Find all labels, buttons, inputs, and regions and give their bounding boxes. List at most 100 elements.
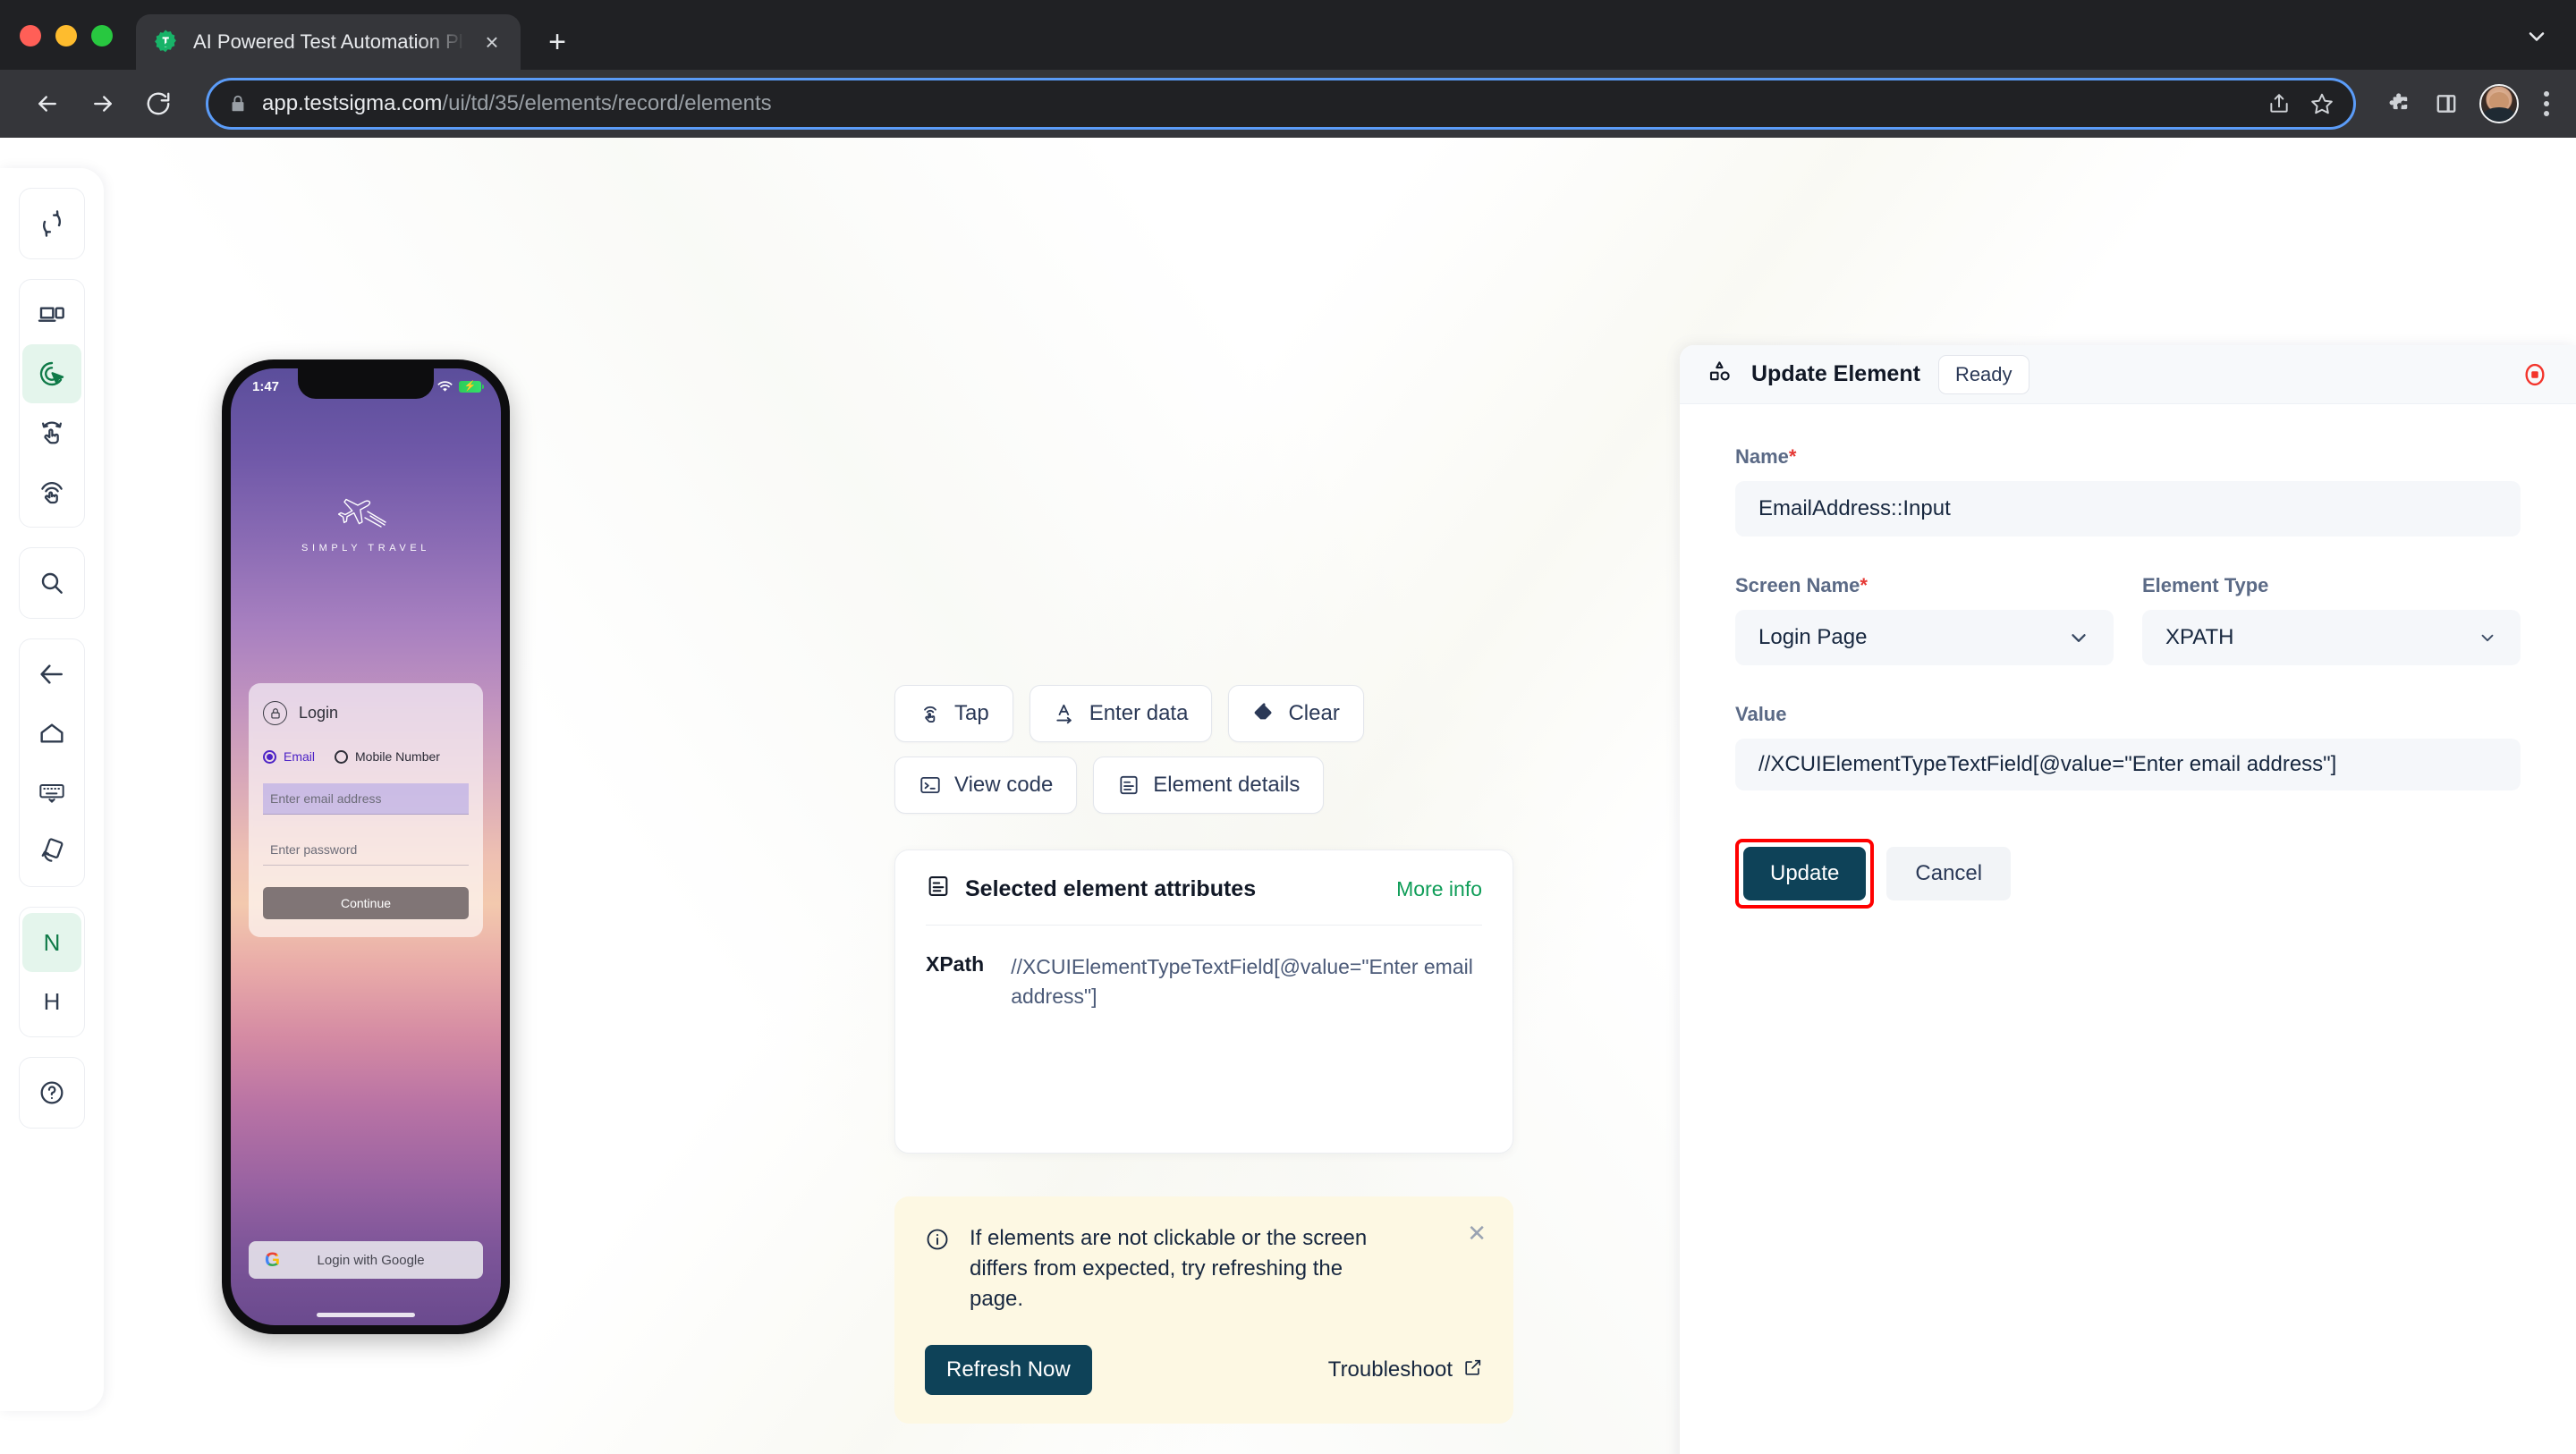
maximize-window-button[interactable]: [91, 25, 113, 46]
close-tab-button[interactable]: ×: [479, 30, 504, 54]
details-icon: [926, 874, 951, 905]
side-panel-icon[interactable]: [2435, 92, 2458, 115]
native-context-button[interactable]: N: [22, 913, 81, 972]
login-title: Login: [299, 704, 339, 722]
home-icon[interactable]: [22, 704, 81, 763]
laptop-tablet-icon[interactable]: [22, 285, 81, 344]
testsigma-logo-icon: [152, 29, 179, 55]
email-input[interactable]: Enter email address: [263, 783, 469, 815]
panel-body: Name* EmailAddress::Input Screen Name* L…: [1680, 404, 2576, 909]
tap-hand-icon[interactable]: [22, 462, 81, 521]
element-type-group: Element Type XPATH: [2142, 574, 2521, 665]
device-preview: 1:47 SOS ⚡: [222, 359, 510, 1334]
notice-top: If elements are not clickable or the scr…: [925, 1223, 1483, 1315]
clear-button[interactable]: Clear: [1228, 685, 1364, 742]
element-details-button[interactable]: Element details: [1093, 757, 1325, 814]
login-with-google-button[interactable]: G Login with Google: [249, 1241, 483, 1279]
app-brand: SIMPLY TRAVEL: [231, 494, 501, 554]
forward-arrow-icon[interactable]: [79, 80, 127, 128]
lock-icon: [228, 94, 248, 114]
close-icon[interactable]: ✕: [1467, 1222, 1487, 1245]
screen-and-type-row: Screen Name* Login Page Element Type XPA…: [1735, 574, 2521, 665]
shapes-icon: [1707, 359, 1733, 390]
stop-record-icon[interactable]: [2521, 360, 2549, 389]
phone-frame: 1:47 SOS ⚡: [222, 359, 510, 1334]
action-row-1: Tap Enter data Clear: [894, 685, 1513, 742]
troubleshoot-label: Troubleshoot: [1327, 1357, 1453, 1382]
toolbar-right: [2379, 84, 2553, 123]
value-input[interactable]: //XCUIElementTypeTextField[@value="Enter…: [1735, 739, 2521, 790]
phone-notch: [298, 368, 434, 399]
eraser-icon: [1252, 702, 1275, 725]
page-content: N H 1:47 SOS: [0, 138, 2576, 1454]
more-info-link[interactable]: More info: [1396, 877, 1482, 901]
rotate-device-icon[interactable]: [22, 822, 81, 881]
status-badge[interactable]: Ready: [1937, 354, 2029, 394]
attributes-title: Selected element attributes: [965, 876, 1257, 901]
element-type-label: Element Type: [2142, 574, 2269, 596]
refresh-now-button[interactable]: Refresh Now: [925, 1345, 1092, 1396]
enter-data-button[interactable]: Enter data: [1029, 685, 1213, 742]
tap-button[interactable]: Tap: [894, 685, 1013, 742]
google-button-label: Login with Google: [317, 1252, 425, 1268]
arrow-left-icon[interactable]: [22, 645, 81, 704]
keyboard-icon[interactable]: [22, 763, 81, 822]
lock-circle-icon: [263, 701, 287, 725]
share-icon[interactable]: [2267, 92, 2291, 115]
native-context-label: N: [43, 928, 61, 956]
update-button[interactable]: Update: [1743, 847, 1867, 900]
password-input[interactable]: Enter password: [263, 834, 469, 866]
enter-data-icon: [1054, 702, 1077, 725]
enter-data-label: Enter data: [1089, 701, 1189, 725]
reload-icon[interactable]: [134, 80, 182, 128]
hybrid-context-button[interactable]: H: [22, 972, 81, 1031]
question-circle-icon[interactable]: [22, 1063, 81, 1122]
attribute-key: XPath: [926, 952, 985, 976]
radio-email[interactable]: Email: [263, 749, 315, 764]
continue-button[interactable]: Continue: [263, 887, 469, 919]
cancel-button[interactable]: Cancel: [1886, 847, 2012, 900]
value-field-group: Value //XCUIElementTypeTextField[@value=…: [1735, 703, 2521, 790]
view-code-button[interactable]: View code: [894, 757, 1078, 814]
attribute-row: XPath //XCUIElementTypeTextField[@value=…: [926, 926, 1482, 1012]
target-cursor-icon[interactable]: [22, 344, 81, 403]
address-bar[interactable]: app.testsigma.com/ui/td/35/elements/reco…: [206, 78, 2356, 130]
browser-tab[interactable]: AI Powered Test Automation Pl ×: [136, 14, 521, 70]
chevron-down-icon[interactable]: [2524, 24, 2549, 54]
notice-text: If elements are not clickable or the scr…: [970, 1226, 1368, 1312]
back-arrow-icon[interactable]: [23, 80, 72, 128]
update-element-panel: Update Element Ready Name* EmailAddress:…: [1680, 345, 2576, 1454]
search-icon[interactable]: [22, 554, 81, 613]
status-time: 1:47: [252, 378, 280, 394]
swipe-hand-icon[interactable]: [22, 403, 81, 462]
rail-group-sync: [19, 188, 85, 259]
element-type-select[interactable]: XPATH: [2142, 610, 2521, 665]
attributes-header: Selected element attributes More info: [926, 874, 1482, 925]
chevron-down-icon: [2067, 626, 2090, 649]
attribute-value: //XCUIElementTypeTextField[@value="Enter…: [1011, 955, 1473, 1009]
radio-mobile[interactable]: Mobile Number: [335, 749, 440, 764]
refresh-cycle-icon[interactable]: [22, 194, 81, 253]
browser-window: AI Powered Test Automation Pl × + app.te…: [0, 0, 2576, 1454]
selected-element-attributes-card: Selected element attributes More info XP…: [894, 850, 1513, 1154]
screen-name-select[interactable]: Login Page: [1735, 610, 2114, 665]
close-window-button[interactable]: [20, 25, 41, 46]
troubleshoot-link[interactable]: Troubleshoot: [1328, 1357, 1483, 1383]
action-row-2: View code Element details: [894, 757, 1513, 814]
panel-header: Update Element Ready: [1680, 345, 2576, 404]
external-link-icon: [1463, 1357, 1483, 1383]
new-tab-button[interactable]: +: [538, 27, 576, 57]
name-input[interactable]: EmailAddress::Input: [1735, 481, 2521, 537]
name-label: Name*: [1735, 445, 2521, 469]
star-icon[interactable]: [2310, 92, 2334, 115]
value-label: Value: [1735, 703, 1787, 725]
avatar[interactable]: [2479, 84, 2519, 123]
screen-name-group: Screen Name* Login Page: [1735, 574, 2114, 665]
kebab-menu-icon[interactable]: [2540, 88, 2553, 120]
puzzle-icon[interactable]: [2388, 91, 2413, 116]
tab-strip: AI Powered Test Automation Pl × +: [0, 0, 2576, 70]
brand-name: SIMPLY TRAVEL: [301, 543, 430, 554]
notice-actions: Refresh Now Troubleshoot: [925, 1345, 1483, 1396]
minimize-window-button[interactable]: [55, 25, 77, 46]
phone-screen[interactable]: 1:47 SOS ⚡: [231, 368, 501, 1325]
